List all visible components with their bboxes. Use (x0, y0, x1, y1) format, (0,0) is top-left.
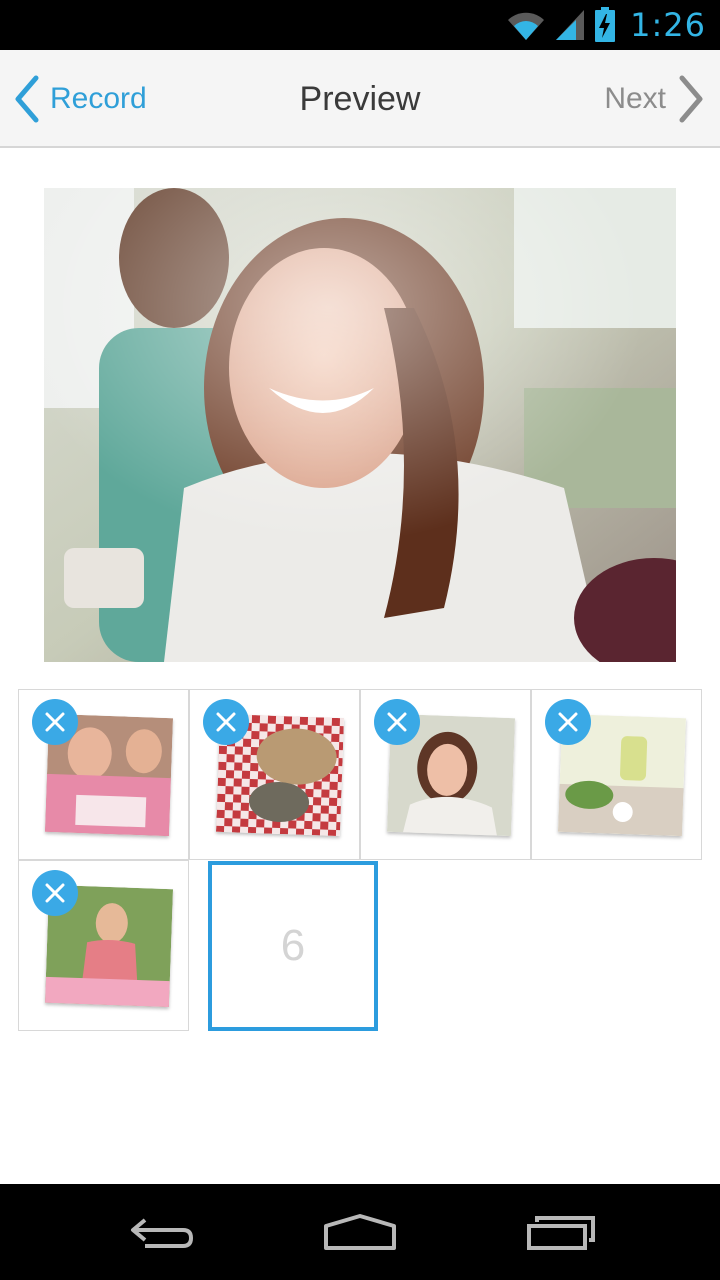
thumbnail-cell-1[interactable] (18, 689, 189, 860)
close-icon (558, 712, 578, 732)
back-button-label: Record (50, 82, 147, 115)
thumbnail-cell-3[interactable] (360, 689, 531, 860)
battery-charging-icon (595, 7, 616, 42)
remove-thumbnail-4-button[interactable] (545, 699, 591, 745)
remove-thumbnail-1-button[interactable] (32, 699, 78, 745)
thumbnail-cell-5[interactable] (18, 860, 189, 1031)
chevron-right-icon (679, 75, 703, 123)
close-icon (45, 883, 65, 903)
back-button[interactable]: Record (14, 50, 147, 148)
thumbnail-cell-4[interactable] (531, 689, 702, 860)
nav-back-button[interactable] (115, 1202, 205, 1262)
status-icons: 1:26 (506, 6, 706, 44)
close-icon (387, 712, 407, 732)
next-button[interactable]: Next (604, 50, 704, 148)
slot-number: 6 (280, 921, 306, 970)
main-preview-photo (44, 188, 676, 662)
remove-thumbnail-5-button[interactable] (32, 870, 78, 916)
thumbnail-cell-2[interactable] (189, 689, 360, 860)
close-icon (216, 712, 236, 732)
back-nav-icon (131, 1218, 193, 1248)
status-time: 1:26 (630, 6, 706, 44)
close-icon (45, 712, 65, 732)
remove-thumbnail-2-button[interactable] (203, 699, 249, 745)
remove-thumbnail-3-button[interactable] (374, 699, 420, 745)
next-button-label: Next (604, 82, 666, 115)
nav-recents-button[interactable] (516, 1202, 606, 1262)
navigation-bar (0, 1184, 720, 1280)
home-nav-icon (324, 1214, 396, 1250)
empty-thumbnail-slot[interactable]: 6 (208, 861, 378, 1031)
nav-home-button[interactable] (315, 1202, 405, 1262)
action-bar: Record Preview Next (0, 50, 720, 148)
wifi-icon (508, 12, 545, 41)
status-bar: 1:26 (0, 0, 720, 50)
recents-nav-icon (527, 1216, 595, 1250)
chevron-left-icon (15, 75, 39, 123)
cell-signal-icon (556, 10, 585, 40)
